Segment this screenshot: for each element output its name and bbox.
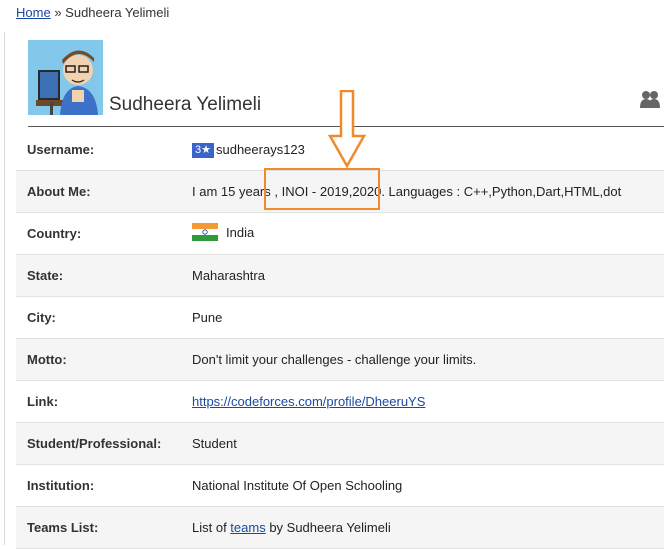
teams-prefix: List of (192, 520, 231, 535)
institution-label: Institution: (16, 464, 192, 507)
table-row: Country: India (16, 212, 664, 255)
rating-badge: 3★ (192, 142, 214, 158)
city-label: City: (16, 296, 192, 339)
username-label: Username: (16, 129, 192, 171)
table-row: State: Maharashtra (16, 254, 664, 297)
people-icon[interactable] (640, 90, 660, 113)
annotation-down-arrow-icon (327, 89, 367, 173)
avatar-cartoon-icon (28, 40, 103, 115)
country-value-cell: India (192, 212, 664, 255)
institution-value: National Institute Of Open Schooling (192, 464, 664, 507)
country-label: Country: (16, 212, 192, 255)
link-label: Link: (16, 380, 192, 423)
table-row: Institution: National Institute Of Open … (16, 464, 664, 507)
breadcrumb: Home » Sudheera Yelimeli (16, 5, 169, 20)
state-value: Maharashtra (192, 254, 664, 297)
motto-value: Don't limit your challenges - challenge … (192, 338, 664, 381)
annotation-highlight-box (264, 168, 380, 210)
teams-suffix: by Sudheera Yelimeli (265, 520, 391, 535)
table-row: Student/Professional: Student (16, 422, 664, 465)
about-value: I am 15 years , INOI - 2019,2020. Langua… (192, 170, 664, 213)
teams-link[interactable]: teams (230, 520, 265, 535)
left-divider (4, 32, 5, 545)
country-value: India (226, 224, 255, 240)
table-row: Motto: Don't limit your challenges - cha… (16, 338, 664, 381)
city-value: Pune (192, 296, 664, 339)
student-value: Student (192, 422, 664, 465)
username-value[interactable]: sudheerays123 (216, 142, 305, 157)
username-value-cell: 3★ sudheerays123 (192, 129, 664, 171)
about-label: About Me: (16, 170, 192, 213)
teams-label: Teams List: (16, 506, 192, 549)
state-label: State: (16, 254, 192, 297)
table-row: City: Pune (16, 296, 664, 339)
india-flag-icon (192, 223, 218, 244)
breadcrumb-separator: » (54, 5, 62, 20)
table-row: Link: https://codeforces.com/profile/Dhe… (16, 380, 664, 423)
profile-link[interactable]: https://codeforces.com/profile/DheeruYS (192, 394, 425, 409)
motto-label: Motto: (16, 338, 192, 381)
student-label: Student/Professional: (16, 422, 192, 465)
link-value-cell: https://codeforces.com/profile/DheeruYS (192, 380, 664, 423)
teams-value-cell: List of teams by Sudheera Yelimeli (192, 506, 664, 549)
table-row: Teams List: List of teams by Sudheera Ye… (16, 506, 664, 549)
breadcrumb-current: Sudheera Yelimeli (65, 5, 170, 20)
profile-name: Sudheera Yelimeli (109, 94, 262, 115)
breadcrumb-home-link[interactable]: Home (16, 5, 51, 20)
